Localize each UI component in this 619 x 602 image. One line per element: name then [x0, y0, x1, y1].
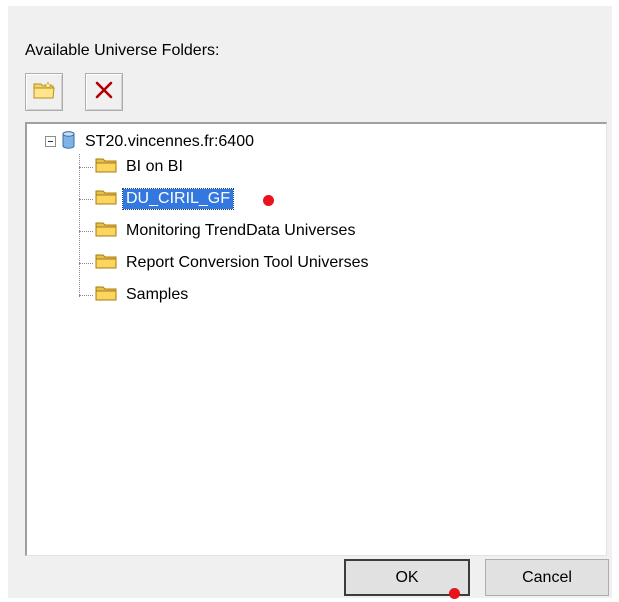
database-server-icon — [62, 130, 75, 154]
server-label: ST20.vincennes.fr:6400 — [85, 133, 254, 150]
delete-folder-button[interactable] — [85, 73, 123, 111]
folder-icon — [95, 189, 117, 210]
collapse-toggle-icon[interactable] — [45, 136, 56, 147]
new-folder-button[interactable] — [25, 73, 63, 111]
tree-connector-line — [79, 199, 93, 200]
annotation-marker — [449, 588, 460, 599]
folder-icon — [95, 221, 117, 242]
annotation-marker — [263, 195, 274, 206]
folder-label: DU_CIRIL_GF — [121, 188, 235, 210]
folder-new-icon — [33, 80, 55, 104]
universe-folder-dialog: Available Universe Folders: ST20.vincenn… — [8, 6, 612, 599]
folder-icon — [95, 285, 117, 306]
folder-tree[interactable]: ST20.vincennes.fr:6400 BI on BI DU_CIRIL… — [25, 122, 607, 556]
folder-label: Samples — [126, 286, 189, 303]
tree-connector-line — [79, 295, 93, 296]
delete-x-icon — [94, 80, 114, 105]
folder-icon — [95, 157, 117, 178]
tree-node-folder[interactable]: Monitoring TrendData Universes — [95, 219, 358, 243]
tree-connector-line — [79, 263, 93, 264]
tree-connector-line — [79, 154, 80, 297]
folder-icon — [95, 253, 117, 274]
available-folders-label: Available Universe Folders: — [25, 42, 220, 59]
folder-label: Report Conversion Tool Universes — [126, 254, 369, 271]
tree-node-folder[interactable]: Samples — [95, 283, 191, 307]
tree-connector-line — [79, 231, 93, 232]
tree-node-server[interactable]: ST20.vincennes.fr:6400 — [62, 130, 257, 154]
folder-label: Monitoring TrendData Universes — [126, 222, 356, 239]
tree-node-folder[interactable]: Report Conversion Tool Universes — [95, 251, 371, 275]
cancel-button[interactable]: Cancel — [485, 559, 609, 596]
folder-label: BI on BI — [126, 158, 183, 175]
tree-node-folder[interactable]: BI on BI — [95, 155, 186, 179]
tree-node-folder-selected[interactable]: DU_CIRIL_GF — [95, 187, 235, 211]
tree-connector-line — [79, 167, 93, 168]
